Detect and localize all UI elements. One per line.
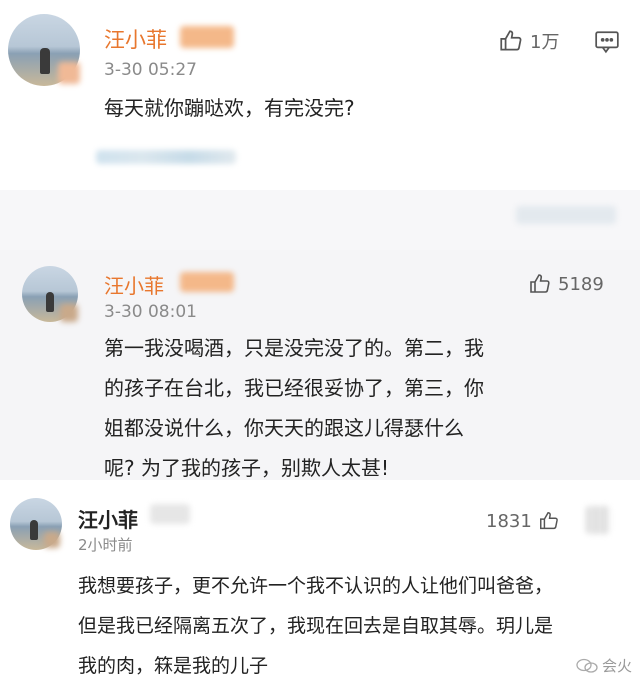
comment-line: 我想要孩子，更不允许一个我不认识的人让他们叫爸爸， xyxy=(78,575,554,597)
comment-line: 第一我没喝酒，只是没完没了的。第二，我 xyxy=(104,336,484,360)
redacted-icon xyxy=(586,506,610,534)
comment-icon[interactable] xyxy=(594,30,620,54)
comment-text: 每天就你蹦哒欢，有完没完? xyxy=(104,96,355,120)
comment-line: 姐都没说什么，你天天的跟这儿得瑟什么 xyxy=(104,416,464,440)
redacted-badge xyxy=(44,532,60,548)
thumbs-up-icon xyxy=(539,512,558,530)
redacted-reply-bar xyxy=(96,150,236,164)
redacted-badge xyxy=(180,272,234,292)
comment-line: 的孩子在台北，我已经很妥协了，第三，你 xyxy=(104,376,484,400)
redacted-badge xyxy=(150,504,190,524)
like-button[interactable]: 5189 xyxy=(528,272,604,296)
timestamp: 3-30 05:27 xyxy=(104,60,197,80)
thumbs-up-icon xyxy=(530,274,550,293)
redacted-badge xyxy=(58,62,80,84)
comment-card-3: 汪小菲 2小时前 1831 我想要孩子，更不允许一个我不认识的人让他们叫爸爸， … xyxy=(0,482,640,682)
username[interactable]: 汪小菲 xyxy=(104,270,164,299)
section-divider xyxy=(0,190,640,250)
timestamp: 2小时前 xyxy=(78,536,133,554)
comment-thread: 汪小菲 3-30 05:27 1万 每天就你蹦哒欢，有完没完? 汪小菲 3-30… xyxy=(0,0,640,682)
wechat-icon xyxy=(576,658,598,673)
thumbs-up-icon xyxy=(500,30,522,51)
like-count: 5189 xyxy=(558,273,604,295)
like-count: 1万 xyxy=(530,32,560,53)
watermark-text: 会火 xyxy=(601,657,632,675)
watermark: 会火 xyxy=(576,655,632,676)
comment-card-2: 汪小菲 3-30 08:01 5189 第一我没喝酒，只是没完没了的。第二，我 … xyxy=(0,250,640,480)
like-button[interactable]: 1831 xyxy=(486,510,560,532)
redacted-badge xyxy=(180,26,234,48)
redacted-bar xyxy=(516,206,616,224)
comment-card-1: 汪小菲 3-30 05:27 1万 每天就你蹦哒欢，有完没完? xyxy=(0,0,640,190)
like-count: 1831 xyxy=(486,510,532,532)
comment-text: 我想要孩子，更不允许一个我不认识的人让他们叫爸爸， 但是我已经隔离五次了，我现在… xyxy=(78,566,628,682)
username[interactable]: 汪小菲 xyxy=(78,504,138,533)
username[interactable]: 汪小菲 xyxy=(104,24,167,54)
like-button[interactable]: 1万 xyxy=(498,28,559,54)
comment-line: 但是我已经隔离五次了，我现在回去是自取其辱。玥儿是 xyxy=(78,615,554,637)
comment-line: 我的肉，箖是我的儿子 xyxy=(78,655,269,677)
timestamp: 3-30 08:01 xyxy=(104,302,197,322)
comment-text: 第一我没喝酒，只是没完没了的。第二，我 的孩子在台北，我已经很妥协了，第三，你 … xyxy=(104,328,624,488)
redacted-badge xyxy=(60,304,78,322)
